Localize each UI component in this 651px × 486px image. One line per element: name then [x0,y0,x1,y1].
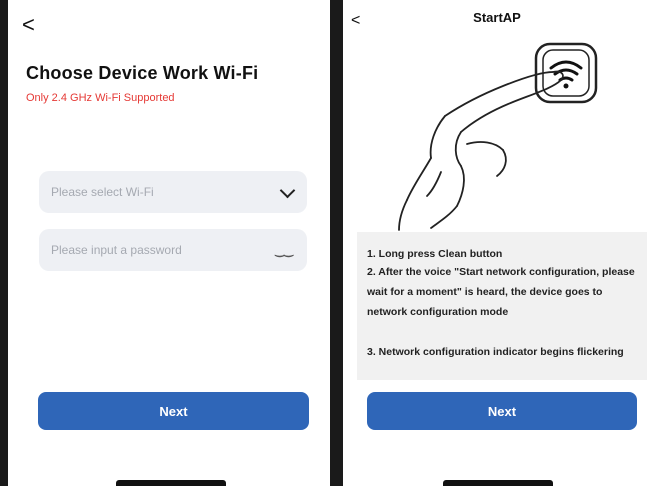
wifi-select[interactable]: Please select Wi-Fi [39,171,307,213]
wifi-select-placeholder: Please select Wi-Fi [51,185,154,199]
instruction-step-2: 2. After the voice "Start network config… [367,266,635,318]
home-indicator [116,480,226,486]
home-indicator [443,480,553,486]
instruction-step-3: 3. Network configuration indicator begin… [367,346,624,358]
instruction-step-1: 1. Long press Clean button [367,248,503,260]
back-button[interactable]: < [22,14,35,36]
page-title: StartAP [473,10,521,25]
choose-wifi-screen: < Choose Device Work Wi-Fi Only 2.4 GHz … [8,0,330,486]
password-input[interactable]: Please input a password ‿‿ [39,229,307,271]
next-button[interactable]: Next [38,392,309,430]
chevron-down-icon [279,182,296,198]
eye-closed-icon[interactable]: ‿‿ [275,244,293,257]
password-input-placeholder: Please input a password [51,243,182,257]
startap-screen: < StartAP 1. Long press Clean button 2. … [343,0,651,486]
next-button[interactable]: Next [367,392,637,430]
wifi-band-warning: Only 2.4 GHz Wi-Fi Supported [26,92,175,104]
instructions-panel: 1. Long press Clean button 2. After the … [357,232,647,380]
press-button-illustration [398,42,598,231]
page-title: Choose Device Work Wi-Fi [26,63,259,83]
